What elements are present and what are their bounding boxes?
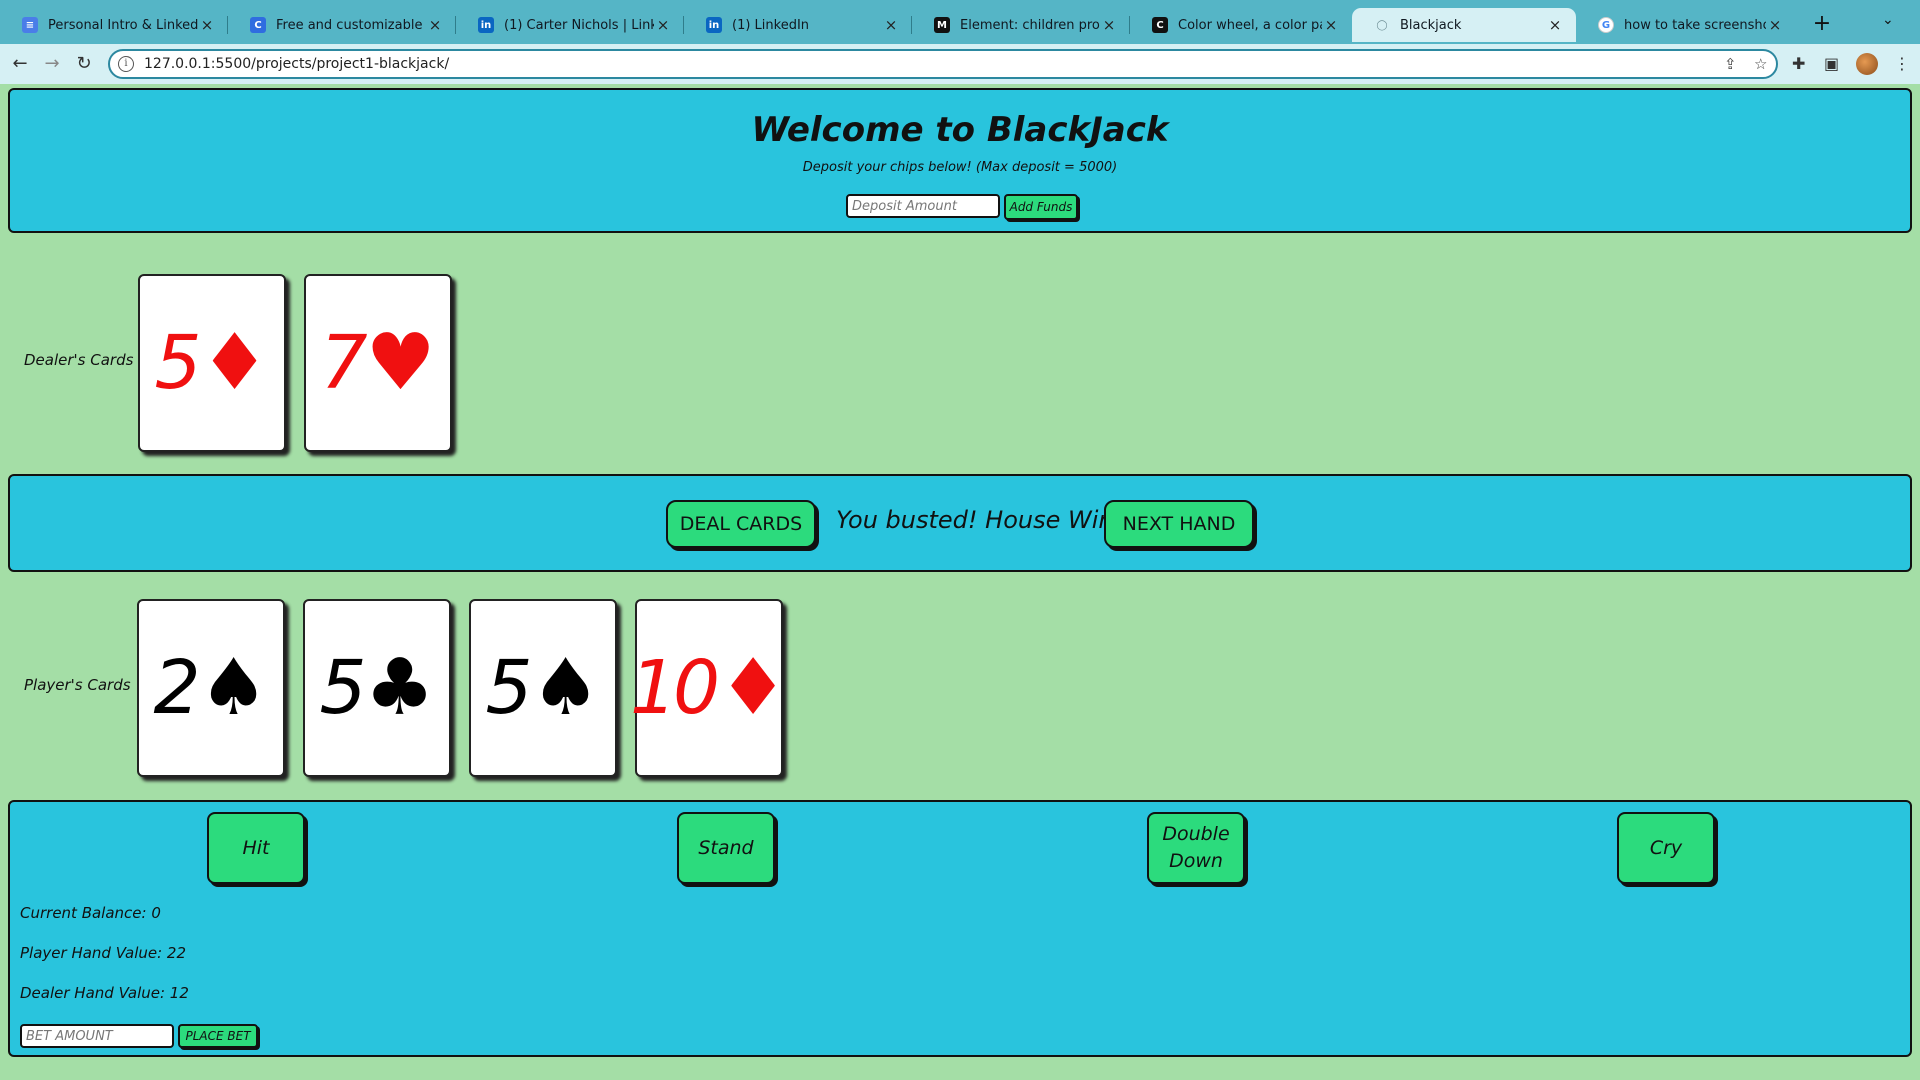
tab-title: (1) LinkedIn	[732, 17, 810, 33]
browser-toolbar: ← → ↻ i 127.0.0.1:5500/projects/project1…	[0, 44, 1920, 84]
canva-color-icon: C	[1152, 17, 1168, 33]
place-bet-button[interactable]: PLACE BET	[178, 1024, 258, 1048]
browser-tab[interactable]: C Free and customizable Link ×	[228, 8, 456, 42]
deposit-amount-input[interactable]	[846, 194, 1000, 218]
club-suit-icon: ♣	[364, 643, 435, 733]
tab-title: Free and customizable Link	[276, 17, 426, 33]
dealer-card: 7 ♥	[304, 274, 452, 452]
card-rank: 10	[629, 645, 720, 731]
linkedin-icon: in	[478, 17, 494, 33]
kebab-menu-icon[interactable]: ⋮	[1894, 54, 1910, 73]
card-rank: 5	[485, 645, 532, 731]
bet-amount-input[interactable]	[20, 1024, 174, 1048]
dealer-hand-value: Dealer Hand Value: 12	[20, 984, 189, 1002]
spade-suit-icon: ♠	[530, 643, 601, 733]
player-card: 2 ♠	[137, 599, 285, 777]
google-icon: G	[1598, 17, 1614, 33]
player-action-panel: Hit Stand Double Down Cry Current Balanc…	[8, 800, 1912, 1057]
player-hand-value: Player Hand Value: 22	[20, 944, 187, 962]
deposit-instructions: Deposit your chips below! (Max deposit =…	[802, 160, 1118, 175]
player-card: 5 ♣	[303, 599, 451, 777]
browser-tab[interactable]: ≡ Personal Intro & LinkedIn Si ×	[0, 8, 228, 42]
hit-button[interactable]: Hit	[207, 812, 305, 884]
card-rank: 2	[153, 645, 200, 731]
close-icon[interactable]: ×	[1766, 16, 1784, 34]
card-rank: 5	[154, 320, 201, 406]
close-icon[interactable]: ×	[882, 16, 900, 34]
browser-tab[interactable]: in (1) Carter Nichols | LinkedIn ×	[456, 8, 684, 42]
side-panel-icon[interactable]: ▣	[1824, 54, 1839, 73]
browser-tab[interactable]: G how to take screenshot on ×	[1576, 8, 1796, 42]
player-cards-label: Player's Cards	[24, 676, 131, 694]
browser-tab[interactable]: C Color wheel, a color palette ×	[1130, 8, 1352, 42]
diamond-suit-icon: ♦	[718, 643, 789, 733]
back-arrow-icon[interactable]: ←	[8, 52, 32, 76]
tab-title: Blackjack	[1400, 17, 1462, 33]
tab-title: Personal Intro & LinkedIn Si	[48, 17, 198, 33]
game-control-panel: DEAL CARDS You busted! House Wins! NEXT …	[8, 474, 1912, 572]
card-rank: 5	[319, 645, 366, 731]
browser-tab[interactable]: in (1) LinkedIn ×	[684, 8, 912, 42]
player-card: 5 ♠	[469, 599, 617, 777]
tab-title: Color wheel, a color palette	[1178, 17, 1322, 33]
stand-button[interactable]: Stand	[677, 812, 775, 884]
canva-icon: C	[250, 17, 266, 33]
close-icon[interactable]: ×	[654, 16, 672, 34]
tab-title: (1) Carter Nichols | LinkedIn	[504, 17, 654, 33]
browser-tab-active[interactable]: ◯ Blackjack ×	[1352, 8, 1576, 42]
header-panel: Welcome to BlackJack Deposit your chips …	[8, 88, 1912, 233]
next-hand-button[interactable]: NEXT HAND	[1104, 500, 1254, 548]
browser-tab-strip: ≡ Personal Intro & LinkedIn Si × C Free …	[0, 0, 1920, 44]
browser-tab[interactable]: M Element: children property ×	[912, 8, 1130, 42]
close-icon[interactable]: ×	[426, 16, 444, 34]
profile-avatar[interactable]	[1856, 53, 1878, 75]
mdn-icon: M	[934, 17, 950, 33]
extensions-puzzle-icon[interactable]: ✚	[1792, 54, 1805, 73]
card-rank: 7	[320, 320, 367, 406]
linkedin-icon: in	[706, 17, 722, 33]
double-down-button[interactable]: Double Down	[1147, 812, 1245, 884]
close-icon[interactable]: ×	[1100, 16, 1118, 34]
cry-button[interactable]: Cry	[1617, 812, 1715, 884]
chevron-down-icon[interactable]: ⌄	[1882, 12, 1894, 28]
share-icon[interactable]: ⇪	[1724, 55, 1737, 73]
tab-title: Element: children property	[960, 17, 1100, 33]
spade-suit-icon: ♠	[198, 643, 269, 733]
reload-icon[interactable]: ↻	[72, 52, 96, 76]
site-info-icon[interactable]: i	[118, 56, 134, 72]
dealer-cards-label: Dealer's Cards	[24, 351, 134, 369]
game-result-message: You busted! House Wins!	[836, 506, 1136, 534]
blackjack-page: Welcome to BlackJack Deposit your chips …	[0, 84, 1920, 1080]
player-card: 10 ♦	[630, 599, 788, 777]
dealer-card: 5 ♦	[138, 274, 286, 452]
bookmark-star-icon[interactable]: ☆	[1754, 55, 1767, 73]
add-funds-button[interactable]: Add Funds	[1004, 194, 1078, 220]
heart-suit-icon: ♥	[365, 318, 436, 408]
tab-title: how to take screenshot on	[1624, 17, 1766, 33]
page-title: Welcome to BlackJack	[751, 110, 1169, 150]
diamond-suit-icon: ♦	[199, 318, 270, 408]
double-down-line2: Down	[1169, 850, 1223, 872]
close-icon[interactable]: ×	[1322, 16, 1340, 34]
docs-icon: ≡	[22, 17, 38, 33]
close-icon[interactable]: ×	[198, 16, 216, 34]
double-down-line1: Double	[1162, 823, 1230, 845]
new-tab-button[interactable]: +	[1808, 10, 1836, 38]
current-balance: Current Balance: 0	[20, 904, 161, 922]
address-bar[interactable]: i 127.0.0.1:5500/projects/project1-black…	[108, 49, 1778, 79]
close-icon[interactable]: ×	[1546, 16, 1564, 34]
address-url: 127.0.0.1:5500/projects/project1-blackja…	[144, 56, 450, 72]
forward-arrow-icon[interactable]: →	[40, 52, 64, 76]
globe-icon: ◯	[1376, 19, 1388, 31]
deal-cards-button[interactable]: DEAL CARDS	[666, 500, 816, 548]
